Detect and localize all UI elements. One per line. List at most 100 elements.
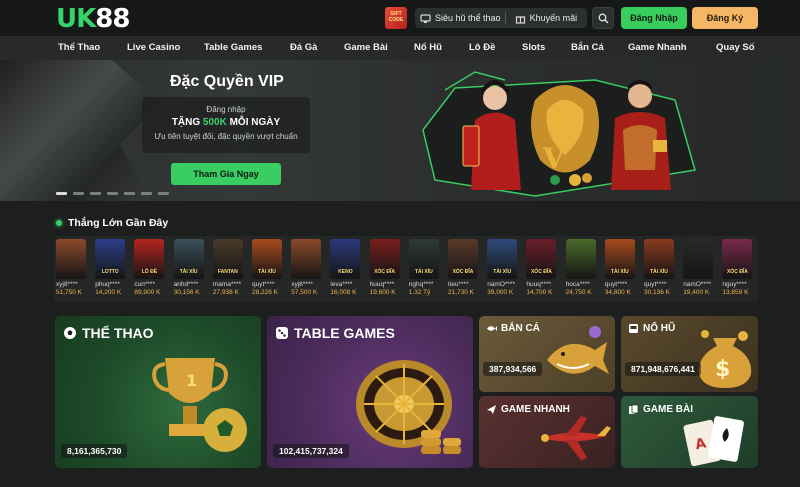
game-thumbnail — [291, 239, 322, 279]
sieuhu-link[interactable]: Siêu hũ thể thao — [435, 13, 501, 23]
game-thumbnail: KENO — [330, 239, 361, 279]
nav-item-live-casino[interactable]: Live Casino — [127, 36, 180, 60]
register-button[interactable]: Đăng Ký — [692, 7, 758, 29]
nav-item-game-nhanh[interactable]: Game Nhanh — [628, 36, 687, 60]
nav-item-game-bai[interactable]: Game Bài — [344, 36, 388, 60]
recent-win-item[interactable]: XÓC ĐĨA huuq**** 14,700 K — [526, 239, 558, 299]
winner-username: tieu**** — [448, 281, 469, 288]
carousel-dot[interactable] — [158, 192, 169, 195]
nav-item-da-ga[interactable]: Đá Gà — [290, 36, 317, 60]
search-button[interactable] — [592, 7, 614, 29]
winner-username: nghq**** — [408, 281, 434, 288]
game-thumbnail: LÔ ĐỀ — [134, 239, 165, 279]
card-the-thao[interactable]: THỂ THAO 1 8,161,365,730 — [55, 316, 261, 468]
nav-item-slots[interactable]: Slots — [522, 36, 545, 60]
giftcode-icon[interactable]: GIFT CODE — [385, 7, 407, 29]
recent-win-item[interactable]: TÀI XỈU namO**** 39,000 K — [487, 239, 519, 299]
game-thumbnail: XÓC ĐĨA — [722, 239, 753, 279]
recent-wins-list: xyj8**** 51,750 K LOTTO phuq**** 14,200 K LÔ … — [54, 236, 758, 302]
khuyenmai-link[interactable]: Khuyến mãi — [530, 13, 578, 23]
win-amount: 24,750 K — [565, 289, 592, 296]
carousel-dot[interactable] — [107, 192, 118, 195]
shark-artwork — [547, 326, 609, 374]
game-thumbnail-label: TÀI XỈU — [179, 269, 198, 275]
carousel-dot[interactable] — [73, 192, 84, 195]
logo-88-text: 88 — [95, 4, 130, 34]
login-button[interactable]: Đăng Nhập — [621, 7, 687, 29]
win-amount: 89,900 K — [134, 289, 161, 296]
banner-line1: Đăng nhập — [206, 105, 246, 114]
airplane-artwork — [541, 416, 611, 460]
join-now-button[interactable]: Tham Gia Ngay — [171, 163, 281, 185]
recent-win-item[interactable]: TÀI XỈU nghq**** 1.32 Tỷ — [408, 239, 441, 299]
dice-icon — [276, 327, 288, 339]
game-thumbnail-label: TÀI XỈU — [258, 269, 276, 275]
card-game-bai[interactable]: GAME BÀI A — [621, 396, 758, 468]
win-amount: 14,200 K — [95, 289, 122, 296]
man-figure — [628, 84, 652, 108]
carousel-dot[interactable] — [124, 192, 135, 195]
game-thumbnail: LOTTO — [95, 239, 126, 279]
recent-win-item[interactable]: XÓC ĐĨA tieu**** 21,730 K — [448, 239, 480, 299]
game-thumbnail: XÓC ĐĨA — [369, 239, 400, 279]
win-amount: 34,800 K — [604, 289, 631, 296]
winner-username: mama**** — [212, 281, 241, 288]
search-icon — [598, 13, 608, 23]
win-amount: 13,859 K — [722, 289, 749, 296]
game-thumbnail: TÀI XỈU — [487, 239, 518, 279]
recent-win-item[interactable]: FANTAN mama**** 27,938 K — [212, 239, 245, 299]
game-thumbnail-label: XÓC ĐĨA — [374, 269, 396, 275]
recent-win-item[interactable]: namO**** 19,400 K — [683, 239, 715, 299]
card-title-text: THỂ THAO — [82, 325, 154, 341]
carousel-dot[interactable] — [56, 192, 67, 195]
game-thumbnail-label: XÓC ĐĨA — [726, 269, 748, 275]
nav-item-no-hu[interactable]: Nổ Hũ — [414, 36, 442, 60]
giftcode-label: GIFT CODE — [388, 11, 404, 23]
recent-win-item[interactable]: TÀI XỈU anhd**** 30,156 K — [173, 239, 206, 299]
win-amount: 51,750 K — [56, 289, 83, 296]
winner-username: anhd**** — [173, 281, 199, 288]
nav-item-the-thao[interactable]: Thể Thao — [58, 36, 100, 60]
fish-icon — [487, 326, 497, 331]
recent-win-item[interactable]: xyj8**** 57,500 K — [291, 239, 323, 299]
carousel-dot[interactable] — [90, 192, 101, 195]
card-game-nhanh[interactable]: GAME NHANH — [479, 396, 615, 468]
win-amount: 21,730 K — [448, 289, 475, 296]
win-amount: 39,000 K — [487, 289, 514, 296]
card-title: BẮN CÁ — [486, 323, 540, 334]
winner-username: hoca**** — [565, 281, 590, 288]
recent-win-item[interactable]: TÀI XỈU quyt**** 30,136 K — [644, 239, 676, 299]
nav-item-ban-ca[interactable]: Bắn Cá — [571, 36, 604, 60]
nav-item-lo-de[interactable]: Lô Đề — [469, 36, 495, 60]
win-amount: 30,156 K — [173, 289, 200, 296]
win-amount: 1.32 Tỷ — [408, 289, 431, 296]
nav-item-table-games[interactable]: Table Games — [204, 36, 262, 60]
playing-cards-artwork: A — [683, 416, 744, 467]
winner-username: nguy**** — [722, 281, 747, 288]
recent-win-item[interactable]: LOTTO phuq**** 14,200 K — [95, 239, 127, 299]
card-no-hu[interactable]: NỔ HŨ $ 871,948,676,441 — [621, 316, 758, 392]
winner-username: xyj8**** — [56, 281, 78, 288]
recent-win-item[interactable]: LÔ ĐỀ cun**** 89,900 K — [134, 239, 166, 299]
winner-username: huuq**** — [526, 281, 551, 288]
card-ban-ca[interactable]: BẮN CÁ 387,934,566 — [479, 316, 615, 392]
logo[interactable]: UK88 — [56, 4, 130, 34]
carousel-dot[interactable] — [141, 192, 152, 195]
divider — [504, 12, 506, 24]
recent-win-item[interactable]: TÀI XỈU quyt**** 28,226 K — [252, 239, 284, 299]
recent-win-item[interactable]: KENO leva**** 16,008 K — [330, 239, 362, 299]
recent-win-item[interactable]: XÓC ĐĨA huuq**** 19,600 K — [369, 239, 402, 299]
win-amount: 19,400 K — [683, 289, 710, 296]
recent-win-item[interactable]: TÀI XỈU quyt**** 34,800 K — [604, 239, 637, 299]
vip-artwork: V — [422, 71, 696, 197]
recent-win-item[interactable]: hoca**** 24,750 K — [565, 239, 598, 299]
card-title: THỂ THAO — [63, 325, 154, 341]
recent-win-item[interactable]: xyj8**** 51,750 K — [56, 239, 88, 299]
game-thumbnail: TÀI XỈU — [644, 239, 674, 279]
card-table-games[interactable]: TABLE GAMES 102,415,737,324 — [267, 316, 473, 468]
recent-win-item[interactable]: XÓC ĐĨA nguy**** 13,859 K — [722, 239, 754, 299]
card-value: 8,161,365,730 — [61, 444, 128, 458]
win-amount: 16,008 K — [330, 289, 357, 296]
nav-item-quay-so[interactable]: Quay Số — [716, 36, 755, 60]
win-amount: 19,600 K — [369, 289, 396, 296]
